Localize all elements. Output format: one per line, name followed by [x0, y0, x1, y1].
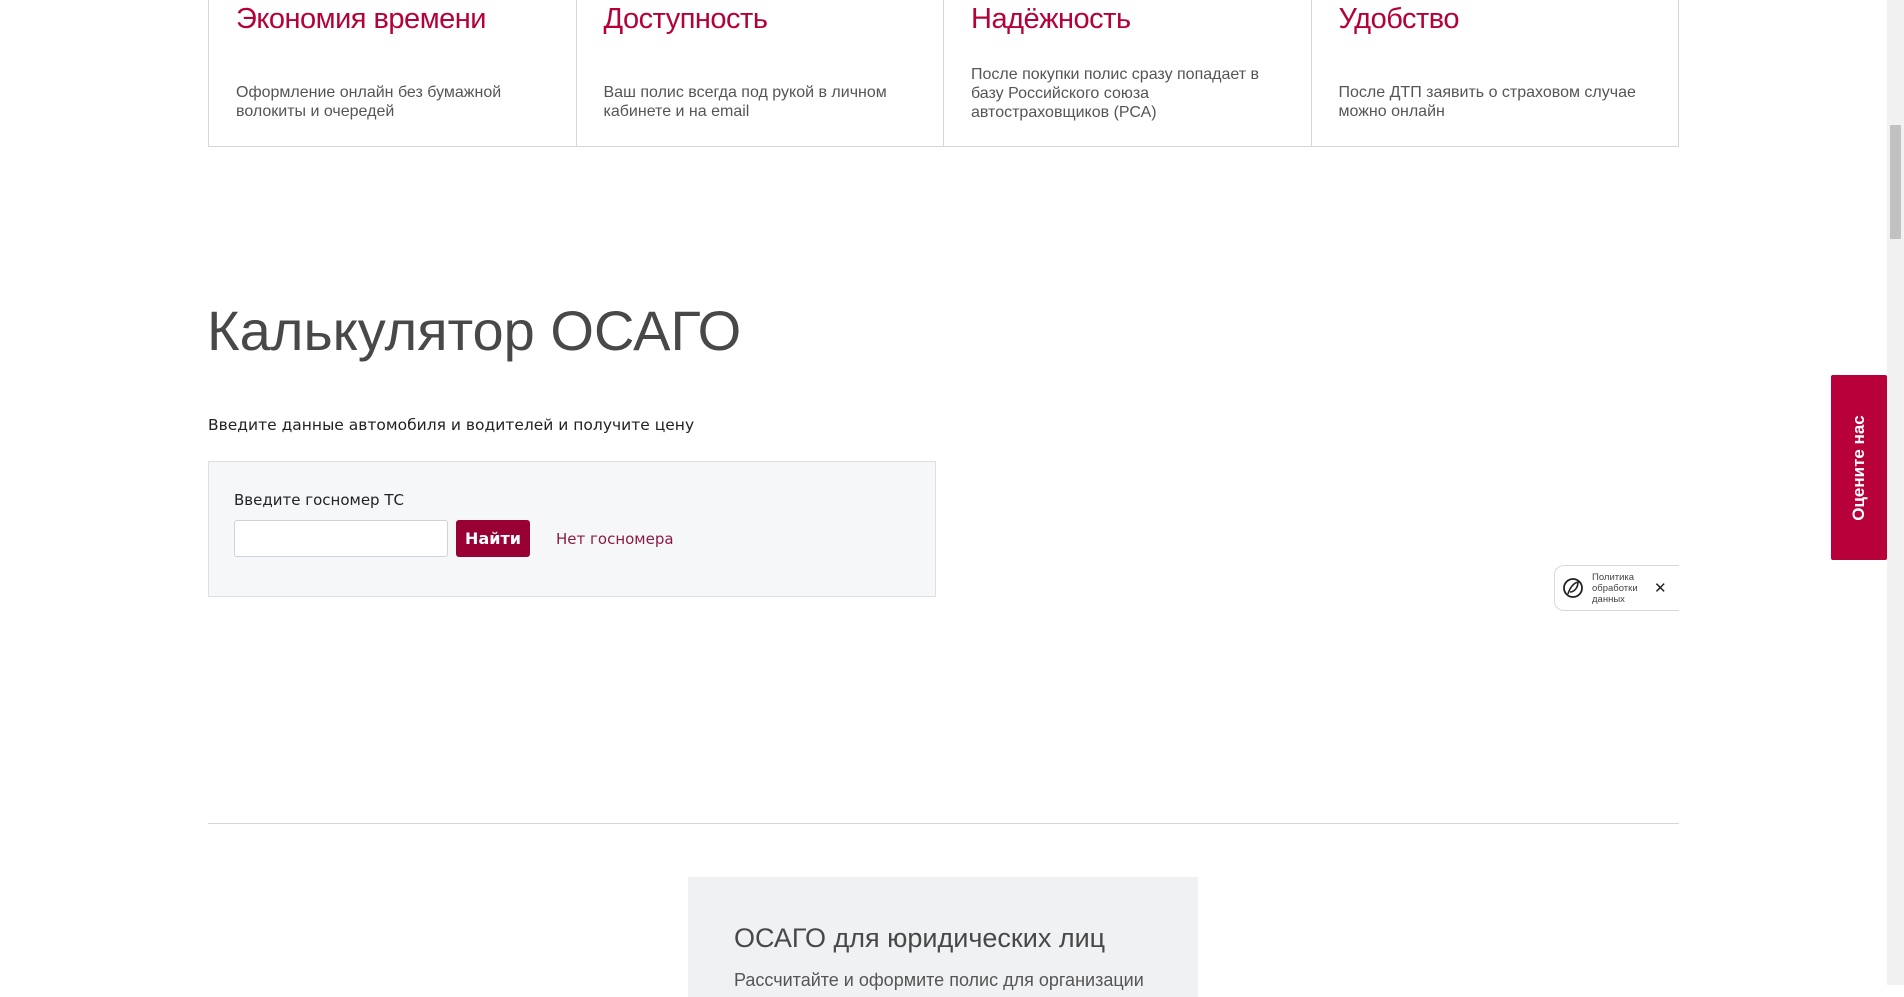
rate-us-label: Оцените нас	[1849, 414, 1868, 521]
divider	[208, 823, 1679, 824]
rate-us-button[interactable]: Оцените нас	[1831, 375, 1887, 560]
calculator-subtitle: Введите данные автомобиля и водителей и …	[208, 416, 695, 434]
calculator-title: Калькулятор ОСАГО	[207, 299, 742, 362]
scrollbar[interactable]	[1887, 0, 1904, 985]
benefit-card: Надёжность После покупки полис сразу поп…	[944, 0, 1312, 146]
benefit-title: Удобство	[1338, 3, 1460, 35]
legal-title: ОСАГО для юридических лиц	[734, 923, 1106, 953]
find-button[interactable]: Найти	[456, 520, 530, 557]
legal-entities-card[interactable]: ОСАГО для юридических лиц Рассчитайте и …	[688, 877, 1198, 997]
scrollbar-thumb[interactable]	[1890, 125, 1901, 239]
privacy-policy-widget[interactable]: Политика обработки данных ✕	[1554, 565, 1679, 611]
plate-label: Введите госномер ТС	[234, 491, 404, 509]
leaf-icon	[1563, 578, 1583, 598]
no-plate-link[interactable]: Нет госномера	[556, 530, 674, 548]
benefit-text: После ДТП заявить о страховом случае мож…	[1338, 84, 1636, 120]
benefits-row: Экономия времени Оформление онлайн без б…	[208, 0, 1679, 147]
close-icon[interactable]: ✕	[1654, 579, 1667, 597]
benefit-text: Оформление онлайн без бумажной волокиты …	[236, 84, 502, 120]
benefit-title: Доступность	[603, 3, 768, 35]
benefit-title: Надёжность	[971, 3, 1131, 35]
benefit-card: Экономия времени Оформление онлайн без б…	[209, 0, 577, 146]
benefit-card: Удобство После ДТП заявить о страховом с…	[1312, 0, 1679, 146]
benefit-text: После покупки полис сразу попадает в баз…	[971, 66, 1260, 121]
benefit-title: Экономия времени	[236, 3, 486, 35]
calculator-form: Введите госномер ТС Найти Нет госномера	[208, 461, 936, 597]
benefit-card: Доступность Ваш полис всегда под рукой в…	[577, 0, 944, 146]
legal-text: Рассчитайте и оформите полис для организ…	[734, 970, 1144, 990]
plate-input[interactable]	[234, 520, 448, 557]
policy-text: Политика обработки данных	[1592, 571, 1638, 605]
benefit-text: Ваш полис всегда под рукой в личном каби…	[603, 84, 887, 120]
